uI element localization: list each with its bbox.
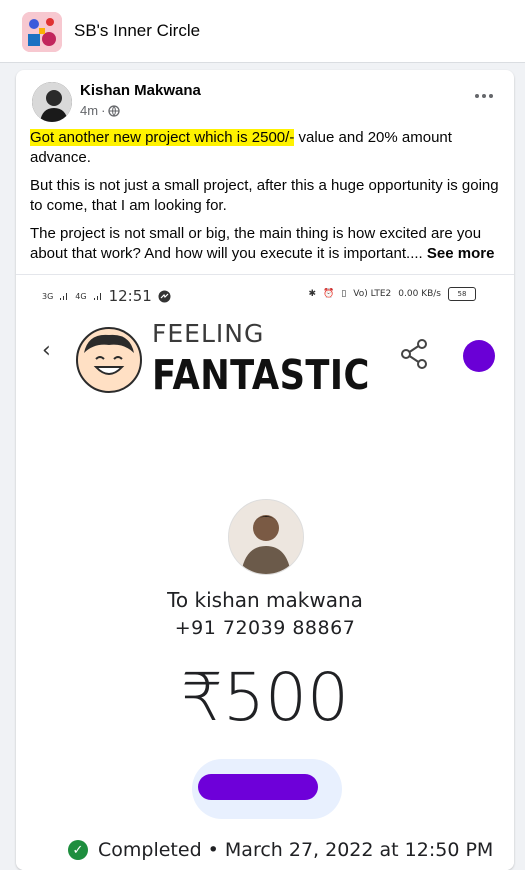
payment-status: ✓ Completed • March 27, 2022 at 12:50 PM [68,839,493,861]
vibrate-icon: ▯ [341,289,347,299]
post-card: Kishan Makwana 4m · Got another new proj… [16,70,514,870]
sticker-feeling: FEELING [152,319,265,348]
network-2: 4G [75,291,87,301]
smiley-sticker-icon [76,327,142,393]
messenger-icon [158,290,171,302]
recipient-avatar [228,499,304,575]
post-paragraph-2: But this is not just a small project, af… [30,177,499,214]
group-thumbnail[interactable] [22,12,62,52]
purple-scribble-dot [463,340,495,372]
recipient-name: To kishan makwana [167,588,363,612]
check-circle-icon: ✓ [68,840,88,860]
redaction-scribble [198,774,318,800]
recipient-phone: +91 72039 88867 [174,617,356,639]
signal-icon [93,293,101,300]
volte-label: Vo) LTE2 [353,289,392,299]
sticker-fantastic: FANTASTIC [152,351,370,399]
more-options-button[interactable] [468,84,500,108]
post-meta: 4m · [80,103,121,118]
author-name[interactable]: Kishan Makwana [80,82,201,99]
battery-icon: 58 [448,287,476,301]
post-paragraph-1: Got another new project which is 2500/- … [30,128,500,168]
alarm-icon: ⏰ [323,289,335,299]
signal-icon [60,293,68,300]
phone-status-right: ✱ ⏰ ▯ Vo) LTE2 0.00 KB/s 58 [309,287,476,301]
highlighted-text: Got another new project which is 2500/- [30,129,295,146]
author-avatar[interactable] [32,82,72,122]
speed-label: 0.00 KB/s [398,289,441,299]
see-more-link[interactable]: See more [427,245,495,262]
payment-amount: ₹500 [181,659,349,736]
share-icon[interactable] [400,339,428,369]
network-1: 3G [42,291,54,301]
globe-icon [108,104,121,117]
back-icon[interactable]: ‹ [42,338,51,363]
phone-time: 12:51 [108,287,152,305]
post-text: Got another new project which is 2500/- … [30,128,500,272]
payment-status-text: Completed • March 27, 2022 at 12:50 PM [98,839,494,861]
bluetooth-icon: ✱ [308,289,317,299]
post-image[interactable]: 3G 4G 12:51 ✱ ⏰ ▯ Vo) LTE2 0.00 KB/s 58 … [16,275,514,870]
group-header: SB's Inner Circle [0,0,525,63]
post-paragraph-3: The project is not small or big, the mai… [30,224,500,264]
more-horizontal-icon [475,94,479,98]
post-time[interactable]: 4m [80,103,98,118]
paragraph-3-text: The project is not small or big, the mai… [30,225,482,262]
group-name[interactable]: SB's Inner Circle [74,21,200,41]
meta-separator: · [101,103,106,118]
phone-status-left: 3G 4G 12:51 [42,287,171,305]
